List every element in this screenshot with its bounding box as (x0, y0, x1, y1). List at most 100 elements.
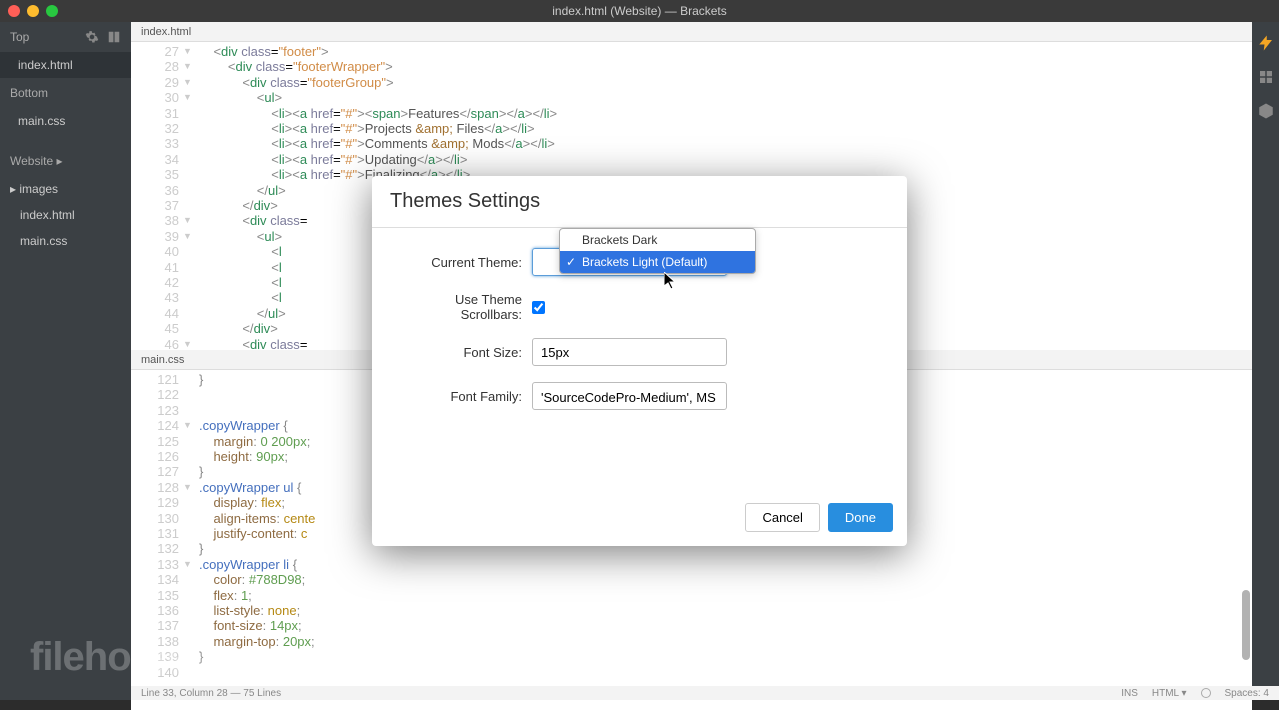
cancel-button[interactable]: Cancel (745, 503, 819, 532)
line-number: 31 (131, 106, 179, 121)
sidebar: Top index.html Bottom main.css Website ▸… (0, 22, 131, 700)
file-tree: ▸ imagesindex.htmlmain.css (0, 176, 131, 254)
line-number: 134 (131, 572, 179, 587)
use-scrollbars-label: Use Theme Scrollbars: (402, 292, 532, 322)
window-title: index.html (Website) — Brackets (552, 4, 727, 18)
working-set-bottom-header[interactable]: Bottom (0, 78, 131, 108)
code-line[interactable]: <li><a href="#">Updating</a></li> (199, 152, 1252, 167)
code-line[interactable]: <div class="footerWrapper"> (199, 59, 1252, 74)
window-titlebar: index.html (Website) — Brackets (0, 0, 1279, 22)
insert-mode[interactable]: INS (1121, 688, 1138, 699)
font-family-input[interactable] (532, 382, 727, 410)
zoom-window-icon[interactable] (46, 5, 58, 17)
status-bar: Line 33, Column 28 — 75 Lines INS HTML ▾… (131, 686, 1279, 700)
cursor-position: Line 33, Column 28 — 75 Lines (141, 688, 1121, 699)
line-number: 130 (131, 511, 179, 526)
fold-toggle-icon[interactable]: ▼ (183, 213, 195, 228)
line-number: 132 (131, 541, 179, 556)
use-scrollbars-checkbox[interactable] (532, 301, 545, 314)
code-line[interactable]: <ul> (199, 90, 1252, 105)
working-set-top-header[interactable]: Top (0, 22, 131, 52)
project-header[interactable]: Website ▸ (0, 146, 131, 176)
fold-toggle-icon[interactable]: ▼ (183, 59, 195, 74)
indent-setting[interactable]: Spaces: 4 (1225, 688, 1269, 699)
working-file-index-html[interactable]: index.html (0, 52, 131, 78)
lint-status-icon[interactable] (1201, 688, 1211, 698)
close-window-icon[interactable] (8, 5, 20, 17)
line-number: 29 (131, 75, 179, 90)
fold-toggle-icon[interactable]: ▼ (183, 337, 195, 350)
code-line[interactable]: <li><a href="#"><span>Features</span></a… (199, 106, 1252, 121)
font-size-label: Font Size: (402, 345, 532, 360)
tree-item[interactable]: main.css (0, 228, 131, 254)
code-line[interactable]: <div class="footer"> (199, 44, 1252, 59)
code-line[interactable]: flex: 1; (199, 588, 1252, 603)
fold-toggle-icon[interactable]: ▼ (183, 418, 195, 433)
line-number: 44 (131, 306, 179, 321)
working-file-main-css[interactable]: main.css (0, 108, 131, 134)
code-line[interactable]: <div class="footerGroup"> (199, 75, 1252, 90)
split-view-icon[interactable] (107, 30, 121, 44)
line-number: 35 (131, 167, 179, 182)
right-toolbar (1252, 22, 1279, 686)
code-line[interactable]: font-size: 14px; (199, 618, 1252, 633)
line-number: 128 (131, 480, 179, 495)
extension-manager-icon[interactable] (1257, 68, 1275, 86)
line-number: 36 (131, 183, 179, 198)
code-line[interactable]: color: #788D98; (199, 572, 1252, 587)
theme-option-light-default[interactable]: Brackets Light (Default) (560, 251, 755, 273)
line-number: 46 (131, 337, 179, 350)
gear-icon[interactable] (85, 30, 99, 44)
code-line[interactable]: margin-top: 20px; (199, 634, 1252, 649)
live-preview-icon[interactable] (1257, 34, 1275, 52)
fold-toggle-icon[interactable]: ▼ (183, 229, 195, 244)
line-number: 127 (131, 464, 179, 479)
line-number: 123 (131, 403, 179, 418)
language-mode[interactable]: HTML ▾ (1152, 688, 1187, 699)
line-number: 137 (131, 618, 179, 633)
code-line[interactable]: <li><a href="#">Comments &amp; Mods</a><… (199, 136, 1252, 151)
tree-item[interactable]: index.html (0, 202, 131, 228)
line-number: 140 (131, 665, 179, 680)
tree-item[interactable]: ▸ images (0, 176, 131, 202)
plugin-icon[interactable] (1257, 102, 1275, 120)
line-number: 30 (131, 90, 179, 105)
fold-toggle-icon[interactable]: ▼ (183, 75, 195, 90)
line-number: 131 (131, 526, 179, 541)
line-number: 139 (131, 649, 179, 664)
line-number: 34 (131, 152, 179, 167)
code-line[interactable]: } (199, 649, 1252, 664)
themes-settings-dialog: Themes Settings Current Theme: Brackets … (372, 176, 907, 546)
code-line[interactable]: <li><a href="#">Projects &amp; Files</a>… (199, 121, 1252, 136)
line-number: 124 (131, 418, 179, 433)
line-number: 129 (131, 495, 179, 510)
traffic-lights (8, 5, 58, 17)
line-number: 28 (131, 59, 179, 74)
line-number: 38 (131, 213, 179, 228)
fold-toggle-icon[interactable]: ▼ (183, 557, 195, 572)
done-button[interactable]: Done (828, 503, 893, 532)
font-size-input[interactable] (532, 338, 727, 366)
theme-option-dark[interactable]: Brackets Dark (560, 229, 755, 251)
line-number: 121 (131, 372, 179, 387)
line-number: 125 (131, 434, 179, 449)
line-number: 32 (131, 121, 179, 136)
line-number: 37 (131, 198, 179, 213)
line-number: 135 (131, 588, 179, 603)
fold-toggle-icon[interactable]: ▼ (183, 90, 195, 105)
mouse-cursor-icon (664, 272, 678, 290)
line-number: 39 (131, 229, 179, 244)
minimize-window-icon[interactable] (27, 5, 39, 17)
fold-toggle-icon[interactable]: ▼ (183, 44, 195, 59)
code-line[interactable]: .copyWrapper li { (199, 557, 1252, 572)
line-number: 27 (131, 44, 179, 59)
line-number: 136 (131, 603, 179, 618)
line-number: 45 (131, 321, 179, 336)
line-number: 138 (131, 634, 179, 649)
pane1-tab[interactable]: index.html (131, 22, 1252, 42)
code-line[interactable]: list-style: none; (199, 603, 1252, 618)
fold-toggle-icon[interactable]: ▼ (183, 480, 195, 495)
line-number: 126 (131, 449, 179, 464)
line-number: 40 (131, 244, 179, 259)
line-number: 41 (131, 260, 179, 275)
